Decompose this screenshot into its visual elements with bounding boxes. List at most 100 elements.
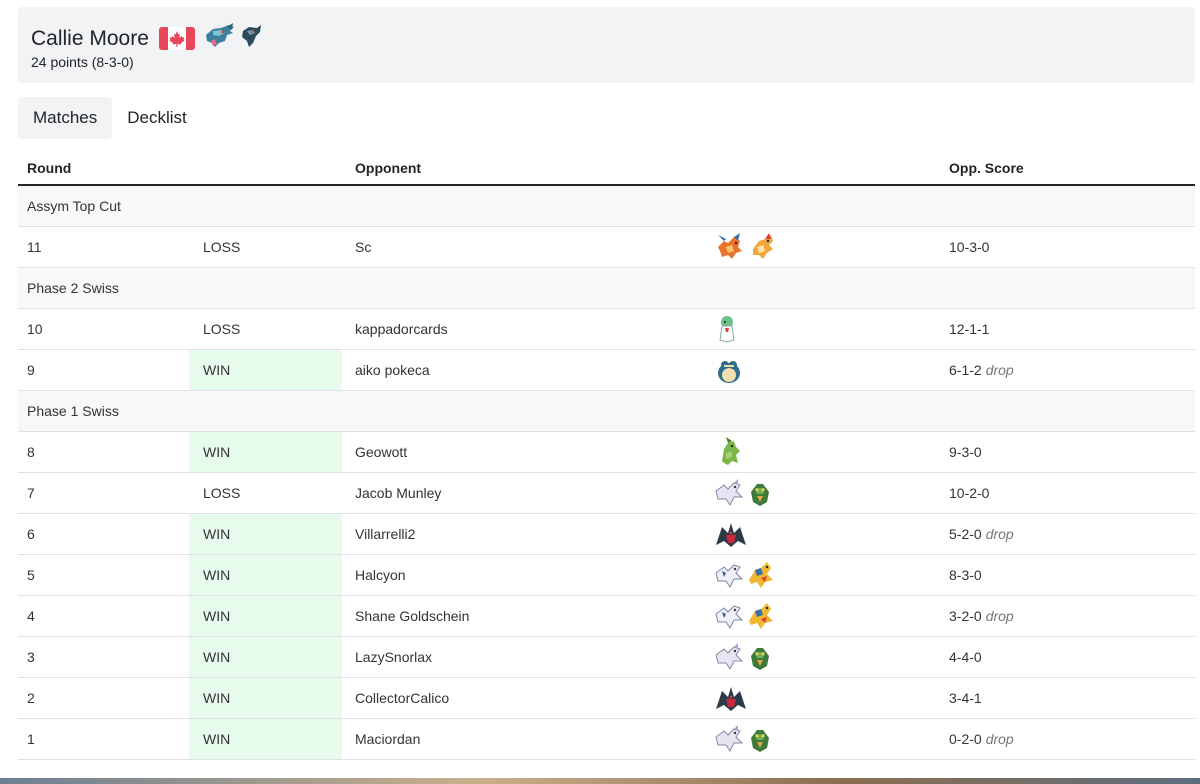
table-row[interactable]: 10 LOSS kappadorcards 12-1-1 <box>18 308 1195 350</box>
section-label: Phase 2 Swiss <box>18 267 1195 309</box>
opponent-name-link[interactable]: aiko pokeca <box>342 349 705 391</box>
opponent-deck-cell[interactable] <box>705 431 935 473</box>
deck-sprites <box>714 724 935 754</box>
deck-sprites <box>714 314 935 344</box>
opponent-deck-cell[interactable] <box>705 226 935 268</box>
table-row[interactable]: 11 LOSS Sc 10-3-0 <box>18 226 1195 268</box>
round-cell: 8 <box>18 431 189 473</box>
section-label: Assym Top Cut <box>18 185 1195 227</box>
lugia-white-sprite-icon <box>714 479 744 507</box>
round-cell: 5 <box>18 554 189 596</box>
pidgeot-sprite-icon <box>747 233 777 261</box>
table-row[interactable]: 9 WIN aiko pokeca 6-1-2 drop <box>18 349 1195 391</box>
opponent-name-link[interactable]: CollectorCalico <box>342 677 705 719</box>
lugia-white-sprite-icon <box>714 643 744 671</box>
yveltal-sprite-icon <box>714 519 748 549</box>
opponent-deck-cell[interactable] <box>705 308 935 350</box>
header-deck <box>705 151 935 186</box>
opp-score-cell: 9-3-0 <box>935 431 1195 473</box>
opp-score-value: 3-2-0 <box>949 608 982 624</box>
opponent-name-link[interactable]: kappadorcards <box>342 308 705 350</box>
archeops-sprite-icon <box>745 560 775 590</box>
yveltal-sprite-icon <box>714 683 748 713</box>
round-cell: 7 <box>18 472 189 514</box>
lugia-white-sprite-icon <box>714 725 744 753</box>
decidueye-sprite-icon <box>745 478 775 508</box>
result-cell: WIN <box>189 636 342 678</box>
opp-score-value: 6-1-2 <box>949 362 982 378</box>
opp-score-cell: 10-3-0 <box>935 226 1195 268</box>
opponent-name-link[interactable]: Maciordan <box>342 718 705 760</box>
result-cell: WIN <box>189 431 342 473</box>
tyranitar-sprite-icon <box>714 437 744 467</box>
gardevoir-sprite-icon <box>714 314 740 344</box>
table-row[interactable]: 6 WIN Villarrelli2 5-2-0 drop <box>18 513 1195 555</box>
dragapult-sprite-icon <box>203 21 237 56</box>
result-cell: LOSS <box>189 308 342 350</box>
tab-bar: Matches Decklist <box>18 97 202 139</box>
opponent-deck-cell[interactable] <box>705 595 935 637</box>
opp-score-cell: 6-1-2 drop <box>935 349 1195 391</box>
result-cell: WIN <box>189 718 342 760</box>
drop-label: drop <box>985 362 1014 378</box>
opponent-deck-cell[interactable] <box>705 554 935 596</box>
header-opp-score: Opp. Score <box>935 151 1195 186</box>
opp-score-cell: 8-3-0 <box>935 554 1195 596</box>
drop-label: drop <box>985 608 1014 624</box>
opp-score-cell: 3-4-1 <box>935 677 1195 719</box>
opponent-name-link[interactable]: Villarrelli2 <box>342 513 705 555</box>
round-cell: 11 <box>18 226 189 268</box>
opp-score-value: 9-3-0 <box>949 444 982 460</box>
table-row[interactable]: 7 LOSS Jacob Munley 10-2-0 <box>18 472 1195 514</box>
opp-score-value: 10-3-0 <box>949 239 990 255</box>
table-row[interactable]: 3 WIN LazySnorlax 4-4-0 <box>18 636 1195 678</box>
lugia-sprite-icon <box>714 561 744 589</box>
opponent-name-link[interactable]: Halcyon <box>342 554 705 596</box>
opp-score-value: 3-4-1 <box>949 690 982 706</box>
opp-score-value: 4-4-0 <box>949 649 982 665</box>
opponent-name-link[interactable]: Shane Goldschein <box>342 595 705 637</box>
opponent-deck-cell[interactable] <box>705 513 935 555</box>
matches-table: Round Opponent Opp. Score Assym Top Cut 1… <box>18 151 1195 760</box>
round-cell: 2 <box>18 677 189 719</box>
lugia-sprite-icon <box>714 602 744 630</box>
round-cell: 9 <box>18 349 189 391</box>
canada-flag-icon <box>158 27 195 50</box>
drop-label: drop <box>985 731 1014 747</box>
opponent-name-link[interactable]: Geowott <box>342 431 705 473</box>
player-record: 24 points (8-3-0) <box>31 54 134 70</box>
table-row[interactable]: 4 WIN Shane Goldschein 3-2-0 drop <box>18 595 1195 637</box>
table-row[interactable]: 2 WIN CollectorCalico 3-4-1 <box>18 677 1195 719</box>
opp-score-cell: 12-1-1 <box>935 308 1195 350</box>
decidueye-sprite-icon <box>745 642 775 672</box>
opponent-deck-cell[interactable] <box>705 472 935 514</box>
round-cell: 3 <box>18 636 189 678</box>
round-cell: 1 <box>18 718 189 760</box>
table-row[interactable]: 5 WIN Halcyon 8-3-0 <box>18 554 1195 596</box>
section-label: Phase 1 Swiss <box>18 390 1195 432</box>
opp-score-value: 0-2-0 <box>949 731 982 747</box>
tab-decklist[interactable]: Decklist <box>112 97 202 139</box>
dreepy-sprite-icon <box>239 23 263 54</box>
opponent-name-link[interactable]: LazySnorlax <box>342 636 705 678</box>
opponent-deck-cell[interactable] <box>705 677 935 719</box>
opponent-name-link[interactable]: Sc <box>342 226 705 268</box>
opponent-deck-cell[interactable] <box>705 349 935 391</box>
header-result <box>189 151 342 186</box>
archeops-sprite-icon <box>745 601 775 631</box>
charizard-sprite-icon <box>714 233 746 261</box>
decidueye-sprite-icon <box>745 724 775 754</box>
opp-score-value: 12-1-1 <box>949 321 990 337</box>
table-row[interactable]: 8 WIN Geowott 9-3-0 <box>18 431 1195 473</box>
opp-score-cell: 3-2-0 drop <box>935 595 1195 637</box>
result-cell: WIN <box>189 595 342 637</box>
table-row[interactable]: 1 WIN Maciordan 0-2-0 drop <box>18 718 1195 760</box>
opponent-deck-cell[interactable] <box>705 636 935 678</box>
opponent-name-link[interactable]: Jacob Munley <box>342 472 705 514</box>
tab-matches[interactable]: Matches <box>18 97 113 139</box>
deck-sprites <box>714 683 935 713</box>
opponent-deck-cell[interactable] <box>705 718 935 760</box>
deck-sprites <box>714 560 935 590</box>
standings-page: Callie Moore 24 points (8-3-0) Matches D… <box>18 7 1195 760</box>
result-cell: LOSS <box>189 226 342 268</box>
